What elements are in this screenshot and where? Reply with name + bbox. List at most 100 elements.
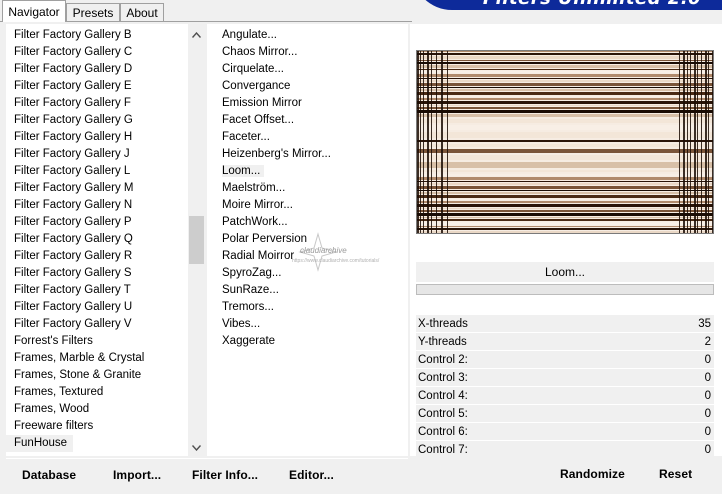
filter-item[interactable]: SunRaze... [207, 282, 397, 299]
bottom-toolbar-left: Database Import... Filter Info... Editor… [6, 458, 408, 488]
filter-item-label: Faceter... [222, 131, 270, 143]
category-list-panel: Filter Factory Gallery B Filter Factory G… [6, 24, 205, 456]
control-sliders: X-threads 35 Y-threads 2 Control 2: 0 Control … [416, 315, 714, 459]
reset-button[interactable]: Reset [659, 467, 692, 481]
filter-item[interactable]: Tremors... [207, 299, 397, 316]
control-row[interactable]: Control 5: 0 [416, 405, 714, 423]
filter-item-label: SpyroZag... [222, 267, 282, 279]
filter-item-label: Cirquelate... [222, 63, 285, 75]
scrollbar-thumb[interactable] [189, 216, 204, 264]
category-item[interactable]: Filter Factory Gallery E [6, 78, 188, 95]
filter-item-label: Moire Mirror... [222, 199, 293, 211]
category-item[interactable]: Filter Factory Gallery S [6, 265, 188, 282]
filter-item[interactable]: Chaos Mirror... [207, 44, 397, 61]
category-item[interactable]: Filter Factory Gallery D [6, 61, 188, 78]
tab-about[interactable]: About [120, 3, 164, 22]
category-item[interactable]: Filter Factory Gallery R [6, 248, 188, 265]
category-list[interactable]: Filter Factory Gallery B Filter Factory G… [6, 27, 188, 452]
category-item[interactable]: Filter Factory Gallery L [6, 163, 188, 180]
category-item[interactable]: Filter Factory Gallery J [6, 146, 188, 163]
tab-presets[interactable]: Presets [66, 3, 120, 22]
category-item[interactable]: FunHouse [6, 435, 74, 452]
category-item[interactable]: Filter Factory Gallery Q [6, 231, 188, 248]
control-row[interactable]: Control 2: 0 [416, 351, 714, 369]
filter-info-button[interactable]: Filter Info... [192, 468, 258, 482]
filter-item-label: Maelström... [222, 182, 286, 194]
database-button[interactable]: Database [22, 468, 76, 482]
filter-item[interactable]: Vibes... [207, 316, 397, 333]
preview-image [416, 50, 714, 234]
category-item[interactable]: Filter Factory Gallery C [6, 44, 188, 61]
category-item[interactable]: Filter Factory Gallery U [6, 299, 188, 316]
filter-item[interactable]: Emission Mirror [207, 95, 397, 112]
category-item[interactable]: Filter Factory Gallery G [6, 112, 188, 129]
filter-item-label: Facet Offset... [222, 114, 295, 126]
control-row[interactable]: Control 3: 0 [416, 369, 714, 387]
filter-item[interactable]: Facet Offset... [207, 112, 397, 129]
current-filter-name: Loom... [416, 262, 714, 282]
filter-item[interactable]: Radial Moirror [207, 248, 397, 265]
category-item[interactable]: Filter Factory Gallery F [6, 95, 188, 112]
filter-item[interactable]: Convergance [207, 78, 397, 95]
filter-item[interactable]: Maelström... [207, 180, 397, 197]
control-value: 0 [704, 371, 711, 384]
control-value: 35 [698, 317, 711, 330]
filter-item[interactable]: Polar Perversion [207, 231, 397, 248]
filter-item[interactable]: Angulate... [207, 27, 397, 44]
filter-item[interactable]: Faceter... [207, 129, 397, 146]
app-banner: Filters Unlimited 2.0 [412, 0, 722, 10]
filter-item-label: Radial Moirror [222, 250, 295, 262]
category-item[interactable]: Filter Factory Gallery P [6, 214, 188, 231]
control-value: 0 [704, 443, 711, 456]
category-item[interactable]: Filter Factory Gallery H [6, 129, 188, 146]
category-item[interactable]: Frames, Marble & Crystal [6, 350, 188, 367]
control-row[interactable]: Control 4: 0 [416, 387, 714, 405]
filter-item-label: SunRaze... [222, 284, 279, 296]
editor-button[interactable]: Editor... [289, 468, 334, 482]
filter-list[interactable]: Angulate... Chaos Mirror... Cirquelate... C… [207, 27, 397, 350]
chevron-up-icon[interactable] [188, 26, 205, 43]
filter-list-panel: Angulate... Chaos Mirror... Cirquelate... C… [207, 24, 408, 456]
category-item[interactable]: Forrest's Filters [6, 333, 188, 350]
randomize-button[interactable]: Randomize [560, 467, 625, 481]
control-label: X-threads [418, 317, 468, 330]
filter-item[interactable]: Xaggerate [207, 333, 397, 350]
control-row[interactable]: Control 6: 0 [416, 423, 714, 441]
control-label: Y-threads [418, 335, 467, 348]
control-label: Control 2: [418, 353, 468, 366]
filter-item[interactable]: SpyroZag... [207, 265, 397, 282]
category-scrollbar[interactable] [188, 24, 205, 456]
filter-item[interactable]: Loom... [207, 163, 397, 180]
control-row[interactable]: Y-threads 2 [416, 333, 714, 351]
category-item[interactable]: Filter Factory Gallery V [6, 316, 188, 333]
filter-item[interactable]: Cirquelate... [207, 61, 397, 78]
filter-item-label: Emission Mirror [222, 97, 302, 109]
category-item[interactable]: Filter Factory Gallery T [6, 282, 188, 299]
filter-item[interactable]: Moire Mirror... [207, 197, 397, 214]
filter-item-label: PatchWork... [222, 216, 288, 228]
control-row[interactable]: Control 7: 0 [416, 441, 714, 459]
filter-item-label: Vibes... [222, 318, 261, 330]
control-label: Control 3: [418, 371, 468, 384]
bottom-toolbar-right: Randomize Reset [416, 458, 722, 488]
control-value: 0 [704, 407, 711, 420]
tab-navigator[interactable]: Navigator [2, 0, 66, 22]
category-item[interactable]: Frames, Wood [6, 401, 188, 418]
category-item[interactable]: Frames, Stone & Granite [6, 367, 188, 384]
control-value: 0 [704, 389, 711, 402]
filter-item[interactable]: Heizenberg's Mirror... [207, 146, 397, 163]
filter-item-label: Convergance [222, 80, 291, 92]
filter-item-label: Loom... [222, 165, 265, 177]
control-row[interactable]: X-threads 35 [416, 315, 714, 333]
category-item[interactable]: Filter Factory Gallery B [6, 27, 188, 44]
category-item[interactable]: Filter Factory Gallery N [6, 197, 188, 214]
control-label: Control 7: [418, 443, 468, 456]
category-item[interactable]: Freeware filters [6, 418, 188, 435]
category-item[interactable]: Frames, Textured [6, 384, 188, 401]
filter-item-label: Heizenberg's Mirror... [222, 148, 331, 160]
import-button[interactable]: Import... [113, 468, 161, 482]
control-label: Control 6: [418, 425, 468, 438]
filter-item[interactable]: PatchWork... [207, 214, 397, 231]
chevron-down-icon[interactable] [188, 439, 205, 456]
category-item[interactable]: Filter Factory Gallery M [6, 180, 188, 197]
